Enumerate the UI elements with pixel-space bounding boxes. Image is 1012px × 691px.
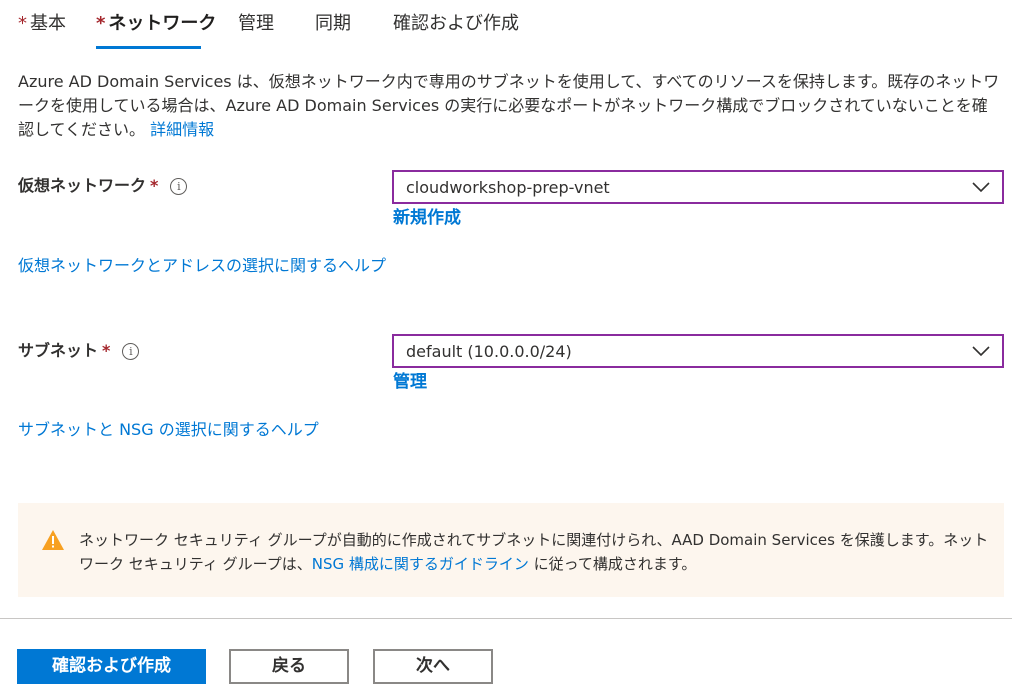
required-marker: * (150, 176, 159, 195)
tab-label: 確認および作成 (393, 13, 519, 34)
back-button[interactable]: 戻る (229, 649, 349, 684)
manage-subnet-link[interactable]: 管理 (393, 371, 427, 393)
footer-divider (0, 618, 1012, 619)
tab-label: ネットワーク (108, 13, 217, 34)
tab-network[interactable]: * ネットワーク (96, 12, 216, 36)
warning-icon (42, 530, 64, 550)
tab-label: 基本 (30, 13, 66, 34)
nsg-guidelines-link[interactable]: NSG 構成に関するガイドライン (312, 555, 529, 573)
active-tab-indicator (96, 46, 201, 49)
vnet-label-row: 仮想ネットワーク * i (18, 174, 188, 198)
subnet-help-link[interactable]: サブネットと NSG の選択に関するヘルプ (18, 419, 319, 441)
notice-text-end: に従って構成されます。 (528, 555, 697, 573)
required-marker: * (96, 13, 106, 34)
tab-label: 管理 (238, 13, 274, 34)
subnet-label: サブネット (18, 341, 99, 360)
tab-basics[interactable]: * 基本 (18, 12, 66, 36)
create-new-vnet-link[interactable]: 新規作成 (393, 207, 461, 229)
required-marker: * (102, 341, 111, 360)
notice-message: ネットワーク セキュリティ グループが自動的に作成されてサブネットに関連付けられ… (79, 528, 989, 576)
tab-management[interactable]: 管理 (238, 12, 274, 36)
tab-sync[interactable]: 同期 (315, 12, 351, 36)
info-icon[interactable]: i (122, 343, 140, 360)
nsg-notice-banner: ネットワーク セキュリティ グループが自動的に作成されてサブネットに関連付けられ… (18, 503, 1004, 597)
vnet-help-link[interactable]: 仮想ネットワークとアドレスの選択に関するヘルプ (18, 255, 386, 277)
intro-description: Azure AD Domain Services は、仮想ネットワーク内で専用の… (18, 70, 1003, 142)
next-button[interactable]: 次へ (373, 649, 493, 684)
chevron-down-icon (972, 182, 990, 193)
review-create-button[interactable]: 確認および作成 (17, 649, 206, 684)
vnet-selected-value: cloudworkshop-prep-vnet (406, 178, 610, 197)
tab-review-create[interactable]: 確認および作成 (393, 12, 519, 36)
learn-more-link[interactable]: 詳細情報 (150, 120, 214, 139)
required-marker: * (18, 13, 27, 34)
subnet-dropdown[interactable]: default (10.0.0.0/24) (392, 334, 1004, 368)
tab-label: 同期 (315, 13, 351, 34)
vnet-label: 仮想ネットワーク (18, 176, 147, 195)
info-icon[interactable]: i (170, 178, 188, 195)
vnet-dropdown[interactable]: cloudworkshop-prep-vnet (392, 170, 1004, 204)
subnet-label-row: サブネット * i (18, 339, 140, 363)
chevron-down-icon (972, 346, 990, 357)
subnet-selected-value: default (10.0.0.0/24) (406, 342, 572, 361)
